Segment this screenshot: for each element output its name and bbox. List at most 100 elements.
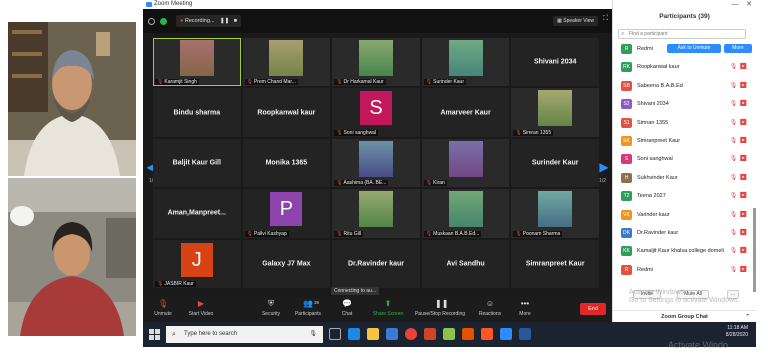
fullscreen-icon[interactable]: ⛶ <box>603 15 608 23</box>
participant-list-scrollbar[interactable] <box>753 208 756 292</box>
share-screen-icon: ⬆ <box>384 299 392 308</box>
video-tile[interactable]: 🎙Muskaan B.A.B.Ed... <box>421 189 510 238</box>
encryption-shield-icon[interactable] <box>160 18 167 25</box>
video-tile[interactable]: Aman,Manpreet... <box>153 189 241 238</box>
more-button[interactable]: ••• More <box>505 299 545 318</box>
participant-row[interactable]: S2 Shivani 2034 🎙▶ <box>617 95 753 113</box>
video-tile[interactable]: Amarveer Kaur <box>421 88 510 137</box>
start-video-button[interactable]: ▶ Start Video <box>181 300 221 318</box>
participant-label: 🎙Kiran <box>423 180 447 187</box>
grid-icon: ▦ <box>557 18 562 24</box>
taskbar-search-placeholder: Type here to search <box>184 331 238 337</box>
video-tile[interactable]: S 🎙Soni sanghwal <box>332 88 420 137</box>
participant-avatar: R <box>621 44 632 54</box>
video-tile[interactable]: Bindu sharma <box>153 88 241 137</box>
participants-button[interactable]: 👥 39 Participants <box>288 300 328 318</box>
participant-row[interactable]: R Redmi Ask to Unmute More <box>617 40 753 58</box>
muted-status-icons: 🎙▶ <box>729 266 749 273</box>
muted-status-icons: 🎙▶ <box>729 156 749 163</box>
participant-row[interactable]: DK Dr.Ravinder kaur 🎙▶ <box>617 224 753 242</box>
video-tile[interactable]: 🎙Dr Harkamal Kaur <box>332 38 420 87</box>
video-tile[interactable]: 🎙Aashima (BA. BE... <box>332 138 420 188</box>
activate-windows-watermark: Activate Windows Go to Settings to activ… <box>629 289 740 305</box>
speaker-view-button[interactable]: ▦ Speaker View <box>553 16 598 26</box>
video-tile[interactable]: 🎙Simran 1355 <box>511 88 599 137</box>
participant-row[interactable]: H Sukhvinder Kaur 🎙▶ <box>617 169 753 187</box>
powerpoint-icon[interactable] <box>424 328 436 340</box>
ask-to-unmute-button[interactable]: Ask to Unmute <box>667 44 721 53</box>
video-tile[interactable]: Galaxy J7 Max <box>242 239 331 288</box>
participant-avatar: RK <box>621 62 632 73</box>
participant-label-text: Prem Chand Mar... <box>253 79 296 86</box>
video-tile[interactable]: 🎙Ritu Gill <box>332 189 420 238</box>
participant-label-text: Pallvi Kashyap <box>253 230 287 237</box>
muted-status-icons: 🎙▶ <box>729 193 749 200</box>
video-tile[interactable]: J 🎙JASBIR Kaur <box>153 239 241 288</box>
video-tile[interactable]: 🎙Karamjit Singh <box>153 38 241 87</box>
word-icon[interactable] <box>519 328 531 340</box>
muted-mic-icon: 🎙 <box>425 79 433 86</box>
store-icon[interactable] <box>386 328 398 340</box>
video-tile[interactable]: Roopkanwal kaur <box>242 88 331 137</box>
end-meeting-button[interactable]: End <box>580 303 606 315</box>
video-tile[interactable]: Baljit Kaur Gill <box>153 138 241 188</box>
video-tile[interactable]: Dr.Ravinder kaur <box>332 239 420 288</box>
close-icon[interactable]: ✕ <box>746 1 752 8</box>
firefox-icon[interactable] <box>481 328 493 340</box>
participant-row[interactable]: SK Simranpreet Kaur 🎙▶ <box>617 132 753 150</box>
pause-recording-icon[interactable]: ❚❚ <box>220 18 229 24</box>
participant-row[interactable]: RK Roopkanwal kaur 🎙▶ <box>617 58 753 76</box>
participant-more-button[interactable]: More <box>724 44 752 53</box>
taskbar-search-input[interactable]: ⌕ Type here to search 🎙 <box>166 326 323 343</box>
participant-row[interactable]: R Redmi 🎙▶ <box>617 261 753 279</box>
participant-row[interactable]: KK Kamaljit Kaur khalsa college domeli 🎙▶ <box>617 242 753 260</box>
pause-stop-recording-button[interactable]: ❚❚ Pause/Stop Recording <box>413 300 467 318</box>
next-page-arrow-icon[interactable]: ▶ <box>598 160 610 174</box>
share-screen-button[interactable]: ⬆ Share Screen <box>368 299 408 318</box>
participant-label-text: Kiran <box>433 180 445 187</box>
participant-avatar: R <box>621 264 632 275</box>
video-tile[interactable]: Avi Sandhu <box>421 239 510 288</box>
participant-row[interactable]: T2 Teena 2027 🎙▶ <box>617 187 753 205</box>
video-tile[interactable]: Simranpreet Kaur <box>511 239 599 288</box>
video-tile[interactable]: 🎙Kiran <box>421 138 510 188</box>
video-tile[interactable]: 🎙Poonam Sharma <box>511 189 599 238</box>
video-tile[interactable]: Surinder Kaur <box>511 138 599 188</box>
participant-video-thumbnail <box>448 140 483 177</box>
video-tile[interactable]: 🎙Prem Chand Mar... <box>242 38 331 87</box>
participant-label: 🎙Surinder Kaur <box>423 79 467 86</box>
file-explorer-icon[interactable] <box>367 328 379 340</box>
zoom-group-chat-header[interactable]: Zoom Group Chat ⌃ <box>613 310 756 322</box>
unmute-button[interactable]: 🎙 Unmute <box>143 300 183 318</box>
participant-row[interactable]: S Soni sanghwal 🎙▶ <box>617 150 753 168</box>
minimize-icon[interactable]: — <box>731 1 738 8</box>
video-tile[interactable]: Shivani 2034 <box>511 38 599 87</box>
microphone-icon[interactable]: 🎙 <box>309 326 317 343</box>
security-button[interactable]: ⛨ Security <box>251 300 291 318</box>
clock-time: 11:18 AM <box>727 325 748 331</box>
task-view-icon[interactable] <box>329 328 341 340</box>
edge-browser-icon[interactable] <box>348 328 360 340</box>
info-icon[interactable] <box>148 18 155 25</box>
find-participant-input[interactable]: ⌕ Find a participant <box>618 29 746 39</box>
app-icon[interactable] <box>443 328 455 340</box>
participant-name: Soni sanghwal <box>637 156 673 163</box>
participant-name: Monika 1365 <box>265 159 308 167</box>
participant-row[interactable]: S1 Simran 1355 🎙▶ <box>617 114 753 132</box>
more-dots-icon: ••• <box>520 299 530 308</box>
stop-recording-icon[interactable]: ■ <box>234 18 237 24</box>
chrome-icon[interactable] <box>405 328 417 340</box>
reactions-button[interactable]: ☺ Reactions <box>470 300 510 318</box>
media-app-icon[interactable] <box>462 328 474 340</box>
chat-button[interactable]: 💬 Chat <box>327 300 367 318</box>
video-tile[interactable]: Monika 1365 <box>242 138 331 188</box>
video-tile[interactable]: P 🎙Pallvi Kashyap <box>242 189 331 238</box>
muted-status-icons: 🎙▶ <box>729 82 749 89</box>
participant-row[interactable]: VK Varinder kaur 🎙▶ <box>617 206 753 224</box>
windows-start-icon[interactable] <box>149 329 160 340</box>
muted-status-icons: 🎙▶ <box>729 174 749 181</box>
system-tray-clock[interactable]: 11:18 AM 8/28/2020 <box>726 325 748 339</box>
video-tile[interactable]: 🎙Surinder Kaur <box>421 38 510 87</box>
zoom-taskbar-icon[interactable] <box>500 328 512 340</box>
participant-row[interactable]: SB Sabeena B.A.B.Ed 🎙▶ <box>617 77 753 95</box>
